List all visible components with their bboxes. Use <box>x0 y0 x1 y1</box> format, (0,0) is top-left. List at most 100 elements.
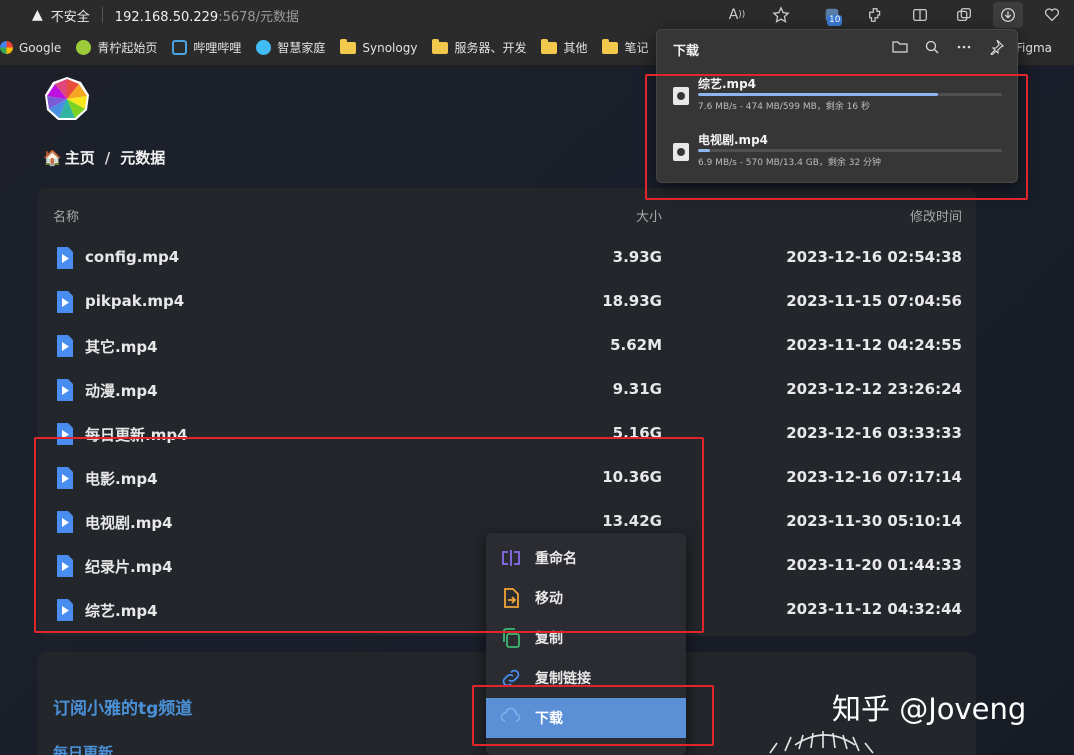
file-size: 9.31G <box>612 380 662 398</box>
video-file-icon <box>57 335 73 357</box>
header-modified[interactable]: 修改时间 <box>910 206 962 225</box>
menu-item-copy[interactable]: 复制 <box>486 618 686 658</box>
video-file-icon <box>57 599 73 621</box>
file-name[interactable]: pikpak.mp4 <box>85 292 184 310</box>
collections-icon[interactable] <box>953 4 975 26</box>
file-modified: 2023-12-12 23:26:24 <box>786 380 962 398</box>
download-progress-fill <box>698 93 939 96</box>
security-indicator[interactable]: ▲ 不安全 <box>32 6 90 25</box>
breadcrumb-current[interactable]: 元数据 <box>120 147 165 168</box>
more-options-icon[interactable] <box>953 36 975 58</box>
file-size: 3.93G <box>612 248 662 266</box>
video-file-icon <box>57 379 73 401</box>
file-name[interactable]: 电视剧.mp4 <box>85 512 173 533</box>
file-modified: 2023-11-15 07:04:56 <box>786 292 962 310</box>
breadcrumb-home[interactable]: 主页 <box>65 147 95 168</box>
header-name[interactable]: 名称 <box>53 206 79 225</box>
file-size: 5.62M <box>610 336 662 354</box>
table-row[interactable]: 动漫.mp4 9.31G 2023-12-12 23:26:24 <box>38 367 976 411</box>
copy-icon <box>503 628 520 648</box>
file-name[interactable]: 综艺.mp4 <box>85 600 158 621</box>
bilibili-icon <box>172 40 188 55</box>
bookmark-google[interactable]: Google <box>0 41 61 55</box>
file-name[interactable]: 每日更新.mp4 <box>85 424 188 445</box>
table-row[interactable]: 电影.mp4 10.36G 2023-12-16 07:17:14 <box>38 455 976 499</box>
video-file-icon <box>57 511 73 533</box>
menu-label: 下载 <box>535 711 563 727</box>
video-file-icon <box>57 555 73 577</box>
favorite-star-icon[interactable] <box>770 4 792 26</box>
open-folder-icon[interactable] <box>889 36 911 58</box>
file-modified: 2023-12-16 02:54:38 <box>786 248 962 266</box>
video-file-icon <box>673 143 689 161</box>
downloads-icon[interactable] <box>993 2 1023 28</box>
performance-heart-icon[interactable] <box>1041 4 1063 26</box>
file-modified: 2023-11-12 04:32:44 <box>786 600 962 618</box>
menu-item-copy-link[interactable]: 复制链接 <box>486 658 686 698</box>
bookmark-figma[interactable]: Figma <box>1016 41 1052 55</box>
search-icon[interactable] <box>921 36 943 58</box>
table-row[interactable]: config.mp4 3.93G 2023-12-16 02:54:38 <box>38 235 976 279</box>
download-item[interactable]: 电视剧.mp4 6.9 MB/s - 570 MB/13.4 GB，剩余 32 … <box>671 131 1005 175</box>
download-filename[interactable]: 综艺.mp4 <box>698 75 756 92</box>
bookmark-label: Figma <box>1016 40 1053 55</box>
bookmark-bilibili[interactable]: 哔哩哔哩 <box>172 39 241 56</box>
video-file-icon <box>57 291 73 313</box>
bookmark-label: 智慧家庭 <box>277 41 326 55</box>
table-row[interactable]: pikpak.mp4 18.93G 2023-11-15 07:04:56 <box>38 279 976 323</box>
pin-icon[interactable] <box>985 36 1007 58</box>
file-name[interactable]: 动漫.mp4 <box>85 380 158 401</box>
menu-label: 复制 <box>535 631 563 647</box>
bookmark-label: Synology <box>362 40 418 55</box>
bookmark-synology[interactable]: Synology <box>340 38 418 55</box>
table-row[interactable]: 每日更新.mp4 5.16G 2023-12-16 03:33:33 <box>38 411 976 455</box>
folder-icon <box>340 38 357 54</box>
browser-toolbar: A)) 10 <box>715 0 1074 30</box>
download-progress <box>698 149 1002 152</box>
bookmark-label: 笔记 <box>624 41 649 55</box>
subscribe-next[interactable]: 每日更新 <box>53 742 113 755</box>
download-status: 7.6 MB/s - 474 MB/599 MB，剩余 16 秒 <box>698 102 870 112</box>
extensions-puzzle-icon[interactable] <box>865 4 887 26</box>
folder-icon <box>541 38 558 54</box>
bookmark-servers[interactable]: 服务器、开发 <box>432 38 526 56</box>
bookmark-label: Google <box>19 40 62 55</box>
file-name[interactable]: config.mp4 <box>85 248 179 266</box>
table-row[interactable]: 其它.mp4 5.62M 2023-11-12 04:24:55 <box>38 323 976 367</box>
site-logo-icon[interactable] <box>44 76 90 122</box>
breadcrumb: 🏠 主页 / 元数据 <box>43 147 165 168</box>
subscribe-title[interactable]: 订阅小雅的tg频道 <box>53 694 192 719</box>
menu-item-rename[interactable]: 重命名 <box>486 538 686 578</box>
video-file-icon <box>57 247 73 269</box>
download-item[interactable]: 综艺.mp4 7.6 MB/s - 474 MB/599 MB，剩余 16 秒 <box>671 75 1005 119</box>
file-modified: 2023-11-12 04:24:55 <box>786 336 962 354</box>
address-bar: ▲ 不安全 192.168.50.229:5678/元数据 A)) 10 <box>0 0 1074 30</box>
download-icon <box>500 707 521 722</box>
menu-item-download[interactable]: 下载 <box>486 698 686 738</box>
header-size[interactable]: 大小 <box>636 206 662 225</box>
extension-badge: 10 <box>827 15 843 26</box>
bookmark-notes[interactable]: 笔记 <box>602 38 649 56</box>
split-screen-icon[interactable] <box>909 4 931 26</box>
watermark: 知乎 @Joveng <box>832 692 1027 726</box>
link-icon <box>502 669 520 687</box>
bookmark-label: 哔哩哔哩 <box>193 41 242 55</box>
file-name[interactable]: 电影.mp4 <box>85 468 158 489</box>
extension-badge-icon[interactable]: 10 <box>821 4 843 26</box>
bookmark-lime[interactable]: 青柠起始页 <box>76 39 157 56</box>
url-host: 192.168.50.229 <box>114 9 219 25</box>
read-aloud-icon[interactable]: A)) <box>726 4 748 26</box>
home-icon: 🏠 <box>43 148 62 167</box>
url-field[interactable]: 192.168.50.229:5678/元数据 <box>115 6 299 25</box>
file-name[interactable]: 其它.mp4 <box>85 336 158 357</box>
download-filename[interactable]: 电视剧.mp4 <box>698 131 768 148</box>
file-modified: 2023-12-16 07:17:14 <box>786 468 962 486</box>
menu-label: 移动 <box>535 591 563 607</box>
file-modified: 2023-11-30 05:10:14 <box>786 512 962 530</box>
bookmark-other[interactable]: 其他 <box>541 38 587 56</box>
video-file-icon <box>57 423 73 445</box>
menu-item-move[interactable]: 移动 <box>486 578 686 618</box>
bookmark-smart-home[interactable]: 智慧家庭 <box>256 39 325 56</box>
menu-label: 复制链接 <box>535 671 591 687</box>
file-name[interactable]: 纪录片.mp4 <box>85 556 173 577</box>
